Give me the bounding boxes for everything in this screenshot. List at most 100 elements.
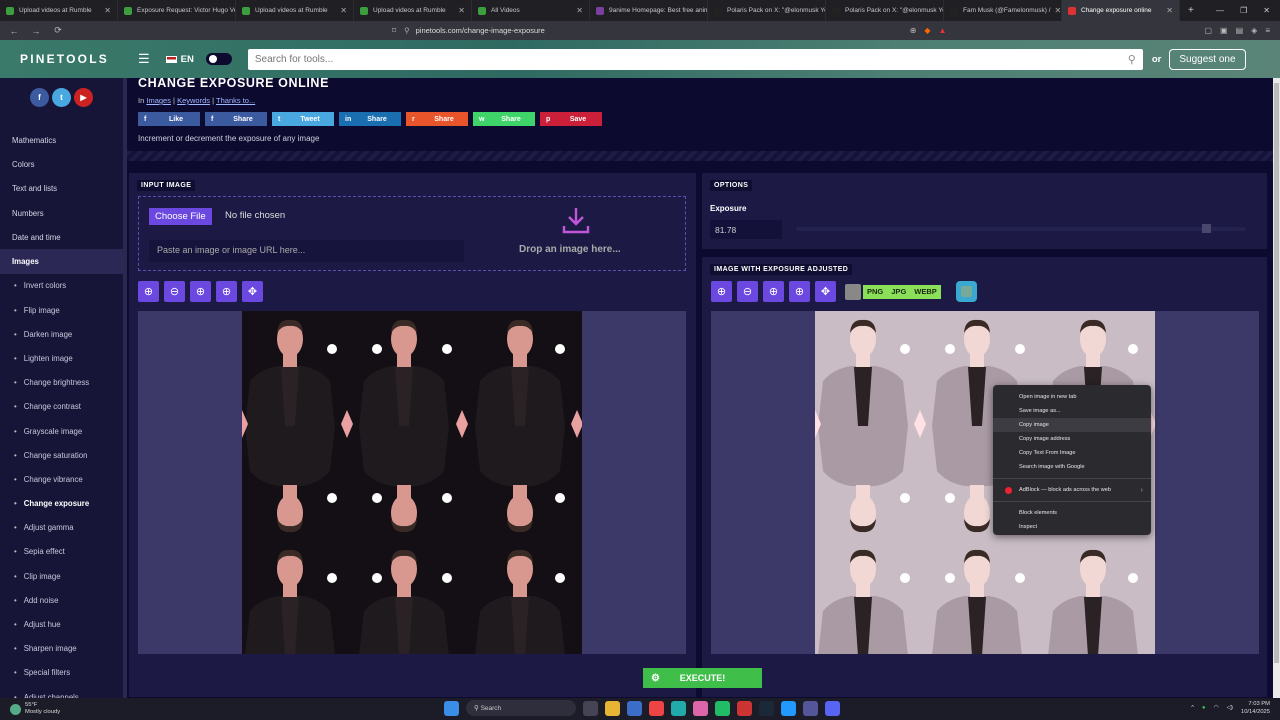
browser-tab[interactable]: Fam Musk (@Famelonmusk) / ✕: [944, 0, 1062, 21]
tab-close-icon[interactable]: ✕: [336, 6, 347, 15]
sidebar-category[interactable]: Images: [0, 249, 123, 274]
pan-icon[interactable]: ✥: [815, 281, 836, 302]
sidebar-tool-link[interactable]: Adjust channels: [0, 685, 123, 698]
sidebar-tool-link[interactable]: Lighten image: [0, 346, 123, 370]
jpg-button[interactable]: JPG: [887, 284, 911, 299]
ctx-inspect[interactable]: Inspect: [993, 520, 1151, 534]
copy-image-button[interactable]: [955, 281, 977, 302]
tab-close-icon[interactable]: ✕: [100, 6, 111, 15]
taskbar-search[interactable]: ⚲ Search: [466, 700, 576, 716]
sidebar-tool-link[interactable]: Sepia effect: [0, 540, 123, 564]
share-button[interactable]: in Share: [339, 112, 401, 126]
maximize-icon[interactable]: ❐: [1240, 6, 1247, 15]
zoom-out-icon[interactable]: ⊖: [737, 281, 758, 302]
execute-button[interactable]: ⚙ EXECUTE!: [643, 668, 762, 688]
bookmark-icon[interactable]: ⌑: [392, 26, 396, 35]
sidebar-icon[interactable]: ▣: [1220, 26, 1228, 35]
sidebar-tool-link[interactable]: Adjust hue: [0, 612, 123, 636]
ctx-copy-image-address[interactable]: Copy image address: [993, 432, 1151, 446]
facebook-icon[interactable]: f: [30, 88, 49, 107]
ctx-open-image-new-tab[interactable]: Open image in new tab: [993, 390, 1151, 404]
sidebar-tool-link[interactable]: Invert colors: [0, 274, 123, 298]
search-icon[interactable]: ⚲: [1128, 53, 1136, 66]
sidebar-tool-link[interactable]: Darken image: [0, 322, 123, 346]
zoom-reset-icon[interactable]: ⊕: [789, 281, 810, 302]
edge-icon[interactable]: [671, 700, 686, 716]
drop-zone[interactable]: Choose File No file chosen Paste an imag…: [138, 196, 686, 271]
ctx-search-image-google[interactable]: Search image with Google: [993, 460, 1151, 474]
back-icon[interactable]: ←: [6, 26, 22, 36]
sidebar-tool-link[interactable]: Change exposure: [0, 491, 123, 515]
close-window-icon[interactable]: ✕: [1263, 6, 1270, 15]
rewards-icon[interactable]: ▲: [939, 26, 947, 35]
ctx-copy-image[interactable]: Copy image: [993, 418, 1151, 432]
browser-tab[interactable]: 9anime Homepage: Best free anim✕: [590, 0, 708, 21]
reload-icon[interactable]: ⟳: [50, 25, 66, 36]
share-button[interactable]: p Save: [540, 112, 602, 126]
sidebar-tool-link[interactable]: Change saturation: [0, 443, 123, 467]
browser-tab[interactable]: Polaris Pack on X: "@elonmusk Yo✕: [826, 0, 944, 21]
choose-file-button[interactable]: Choose File: [149, 208, 212, 225]
browser-tab[interactable]: Exposure Request: Victor Hugo Vo✕: [118, 0, 236, 21]
zoom-reset-icon[interactable]: ⊕: [216, 281, 237, 302]
store-icon[interactable]: [627, 700, 642, 716]
dark-mode-toggle[interactable]: [205, 53, 232, 65]
zoom-in-icon[interactable]: ⊕: [711, 281, 732, 302]
output-image-area[interactable]: [711, 311, 1259, 654]
paste-url-input[interactable]: Paste an image or image URL here...: [149, 240, 464, 262]
pan-icon[interactable]: ✥: [242, 281, 263, 302]
sidebar-tool-link[interactable]: Adjust gamma: [0, 516, 123, 540]
start-icon[interactable]: [444, 700, 459, 716]
webp-button[interactable]: WEBP: [910, 284, 941, 299]
brave-icon[interactable]: [649, 700, 664, 716]
sidebar-tool-link[interactable]: Change vibrance: [0, 467, 123, 491]
wallet-icon[interactable]: ▤: [1236, 26, 1244, 35]
sidebar-tool-link[interactable]: Grayscale image: [0, 419, 123, 443]
sidebar-tool-link[interactable]: Flip image: [0, 298, 123, 322]
sidebar-category[interactable]: Numbers: [0, 201, 123, 225]
extension-icon[interactable]: ▢: [1204, 26, 1212, 35]
input-image-area[interactable]: [138, 311, 686, 654]
sidebar-category[interactable]: Text and lists: [0, 177, 123, 201]
steam-icon[interactable]: [759, 700, 774, 716]
twitter-icon[interactable]: t: [52, 88, 71, 107]
file-explorer-icon[interactable]: [605, 700, 620, 716]
forward-icon[interactable]: →: [28, 26, 44, 36]
crumb-thanks-link[interactable]: Thanks to...: [216, 96, 255, 105]
ctx-save-image-as[interactable]: Save image as...: [993, 404, 1151, 418]
crumb-images-link[interactable]: Images: [146, 96, 171, 105]
sidebar-category[interactable]: Date and time: [0, 225, 123, 249]
volume-icon[interactable]: ◁): [1227, 705, 1233, 713]
sidebar-tool-link[interactable]: Change contrast: [0, 395, 123, 419]
mic-icon[interactable]: ●: [1202, 705, 1206, 713]
sidebar-tool-link[interactable]: Clip image: [0, 564, 123, 588]
browser-tab[interactable]: Upload videos at Rumble ✕: [354, 0, 472, 21]
sidebar-tool-link[interactable]: Special filters: [0, 661, 123, 685]
chevron-up-icon[interactable]: ^: [1191, 705, 1194, 713]
browser-tab[interactable]: All Videos ✕: [472, 0, 590, 21]
share-button[interactable]: t Tweet: [272, 112, 334, 126]
youtube-icon[interactable]: ▶: [74, 88, 93, 107]
zoom-icon[interactable]: ⊕: [910, 26, 917, 35]
exposure-value-input[interactable]: 81.78: [710, 220, 782, 239]
browser-tab[interactable]: Change exposure online ✕: [1062, 0, 1180, 21]
hamburger-icon[interactable]: ☰: [138, 51, 150, 67]
browser-tab[interactable]: Polaris Pack on X: "@elonmusk Yo✕: [708, 0, 826, 21]
brave-shield-icon[interactable]: ◆: [924, 26, 930, 35]
ctx-adblock[interactable]: AdBlock — block ads across the web ›: [993, 483, 1151, 497]
task-view-icon[interactable]: [583, 700, 598, 716]
app-icon[interactable]: [803, 700, 818, 716]
exposure-slider-thumb[interactable]: [1202, 224, 1211, 233]
sidebar-tool-link[interactable]: Change brightness: [0, 371, 123, 395]
png-button[interactable]: PNG: [863, 284, 888, 299]
site-logo[interactable]: PINETOOLS: [20, 52, 126, 66]
menu-icon[interactable]: ≡: [1265, 26, 1270, 35]
share-button[interactable]: f Like: [138, 112, 200, 126]
app-icon[interactable]: [737, 700, 752, 716]
browser-tab[interactable]: Upload videos at Rumble ✕: [236, 0, 354, 21]
crumb-keywords-link[interactable]: Keywords: [177, 96, 210, 105]
sidebar-category[interactable]: Mathematics: [0, 128, 123, 152]
app-icon[interactable]: [693, 700, 708, 716]
tab-close-icon[interactable]: ✕: [454, 6, 465, 15]
tab-close-icon[interactable]: ✕: [1051, 6, 1062, 15]
